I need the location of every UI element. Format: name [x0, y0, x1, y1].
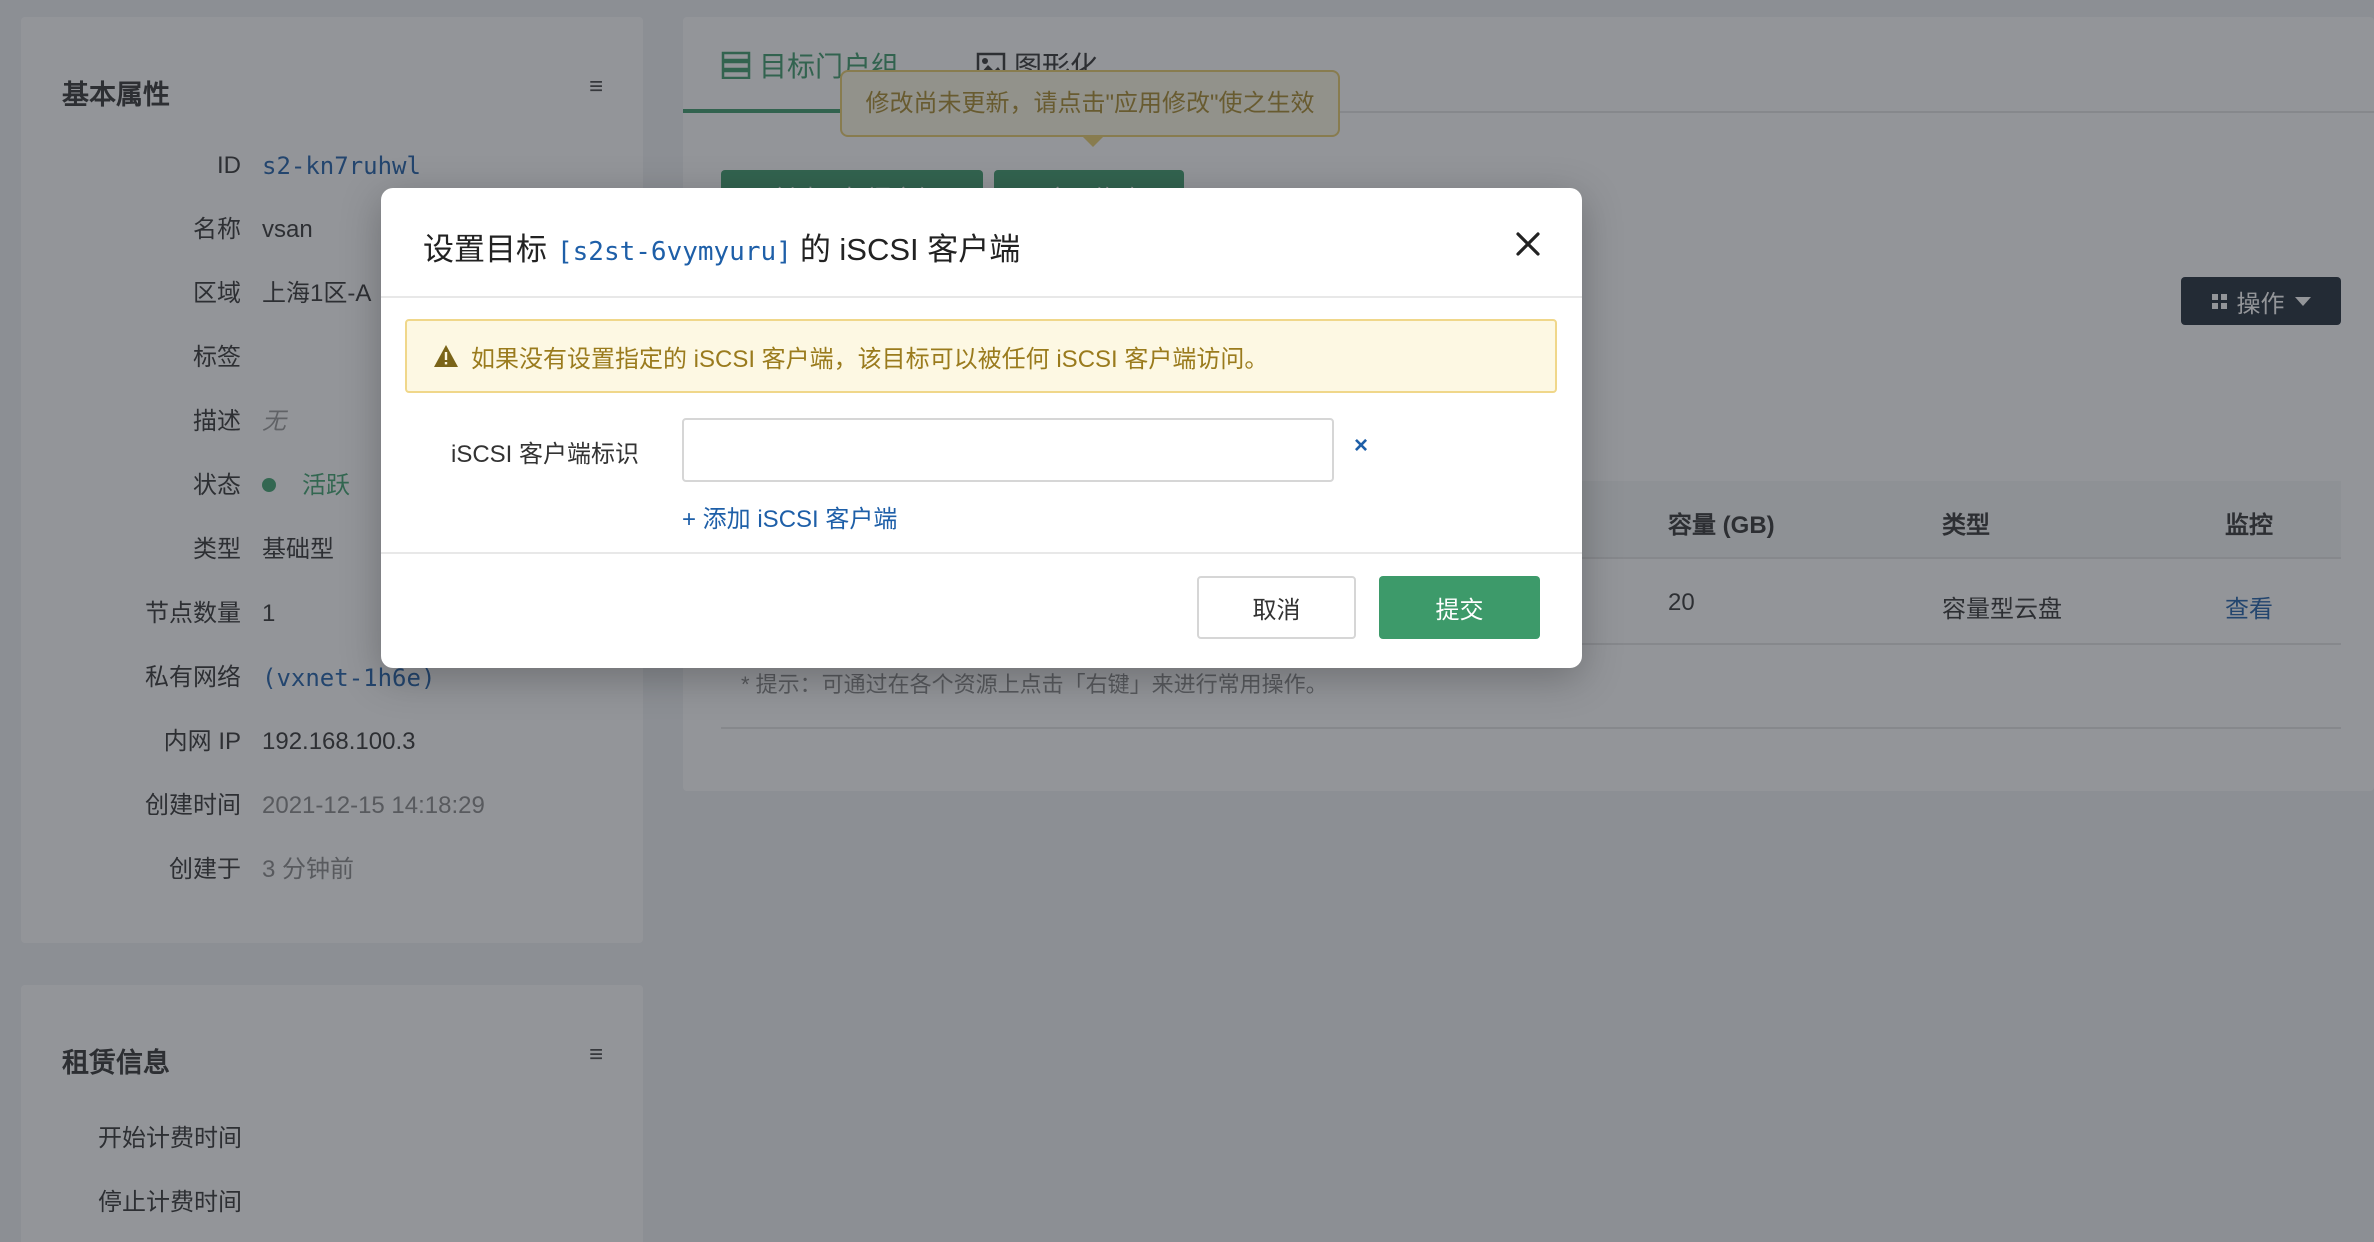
warning-text: 如果没有设置指定的 iSCSI 客户端，该目标可以被任何 iSCSI 客户端访问…: [471, 345, 1269, 373]
cancel-button[interactable]: 取消: [1197, 576, 1356, 639]
warning-alert: 如果没有设置指定的 iSCSI 客户端，该目标可以被任何 iSCSI 客户端访问…: [405, 319, 1557, 393]
dialog-header: 设置目标 [s2st-6vymyuru] 的 iSCSI 客户端: [381, 188, 1582, 298]
iscsi-client-dialog: 设置目标 [s2st-6vymyuru] 的 iSCSI 客户端 如果没有设置指定的…: [381, 188, 1582, 668]
dialog-title-prefix: 设置目标: [423, 232, 547, 267]
remove-client-icon[interactable]: ×: [1354, 432, 1368, 460]
dialog-target-id: [s2st-6vymyuru]: [557, 237, 792, 267]
dialog-title-suffix: 的 iSCSI 客户端: [799, 232, 1021, 267]
dialog-title: 设置目标 [s2st-6vymyuru] 的 iSCSI 客户端: [423, 224, 1020, 269]
close-icon[interactable]: [1514, 230, 1542, 258]
add-iscsi-client-link[interactable]: + 添加 iSCSI 客户端: [682, 499, 897, 534]
iscsi-client-id-label: iSCSI 客户端标识: [451, 441, 640, 468]
submit-button[interactable]: 提交: [1379, 576, 1540, 639]
iscsi-client-id-input[interactable]: [682, 418, 1334, 482]
warning-icon: [434, 345, 458, 367]
dialog-footer: 取消 提交: [381, 552, 1582, 668]
